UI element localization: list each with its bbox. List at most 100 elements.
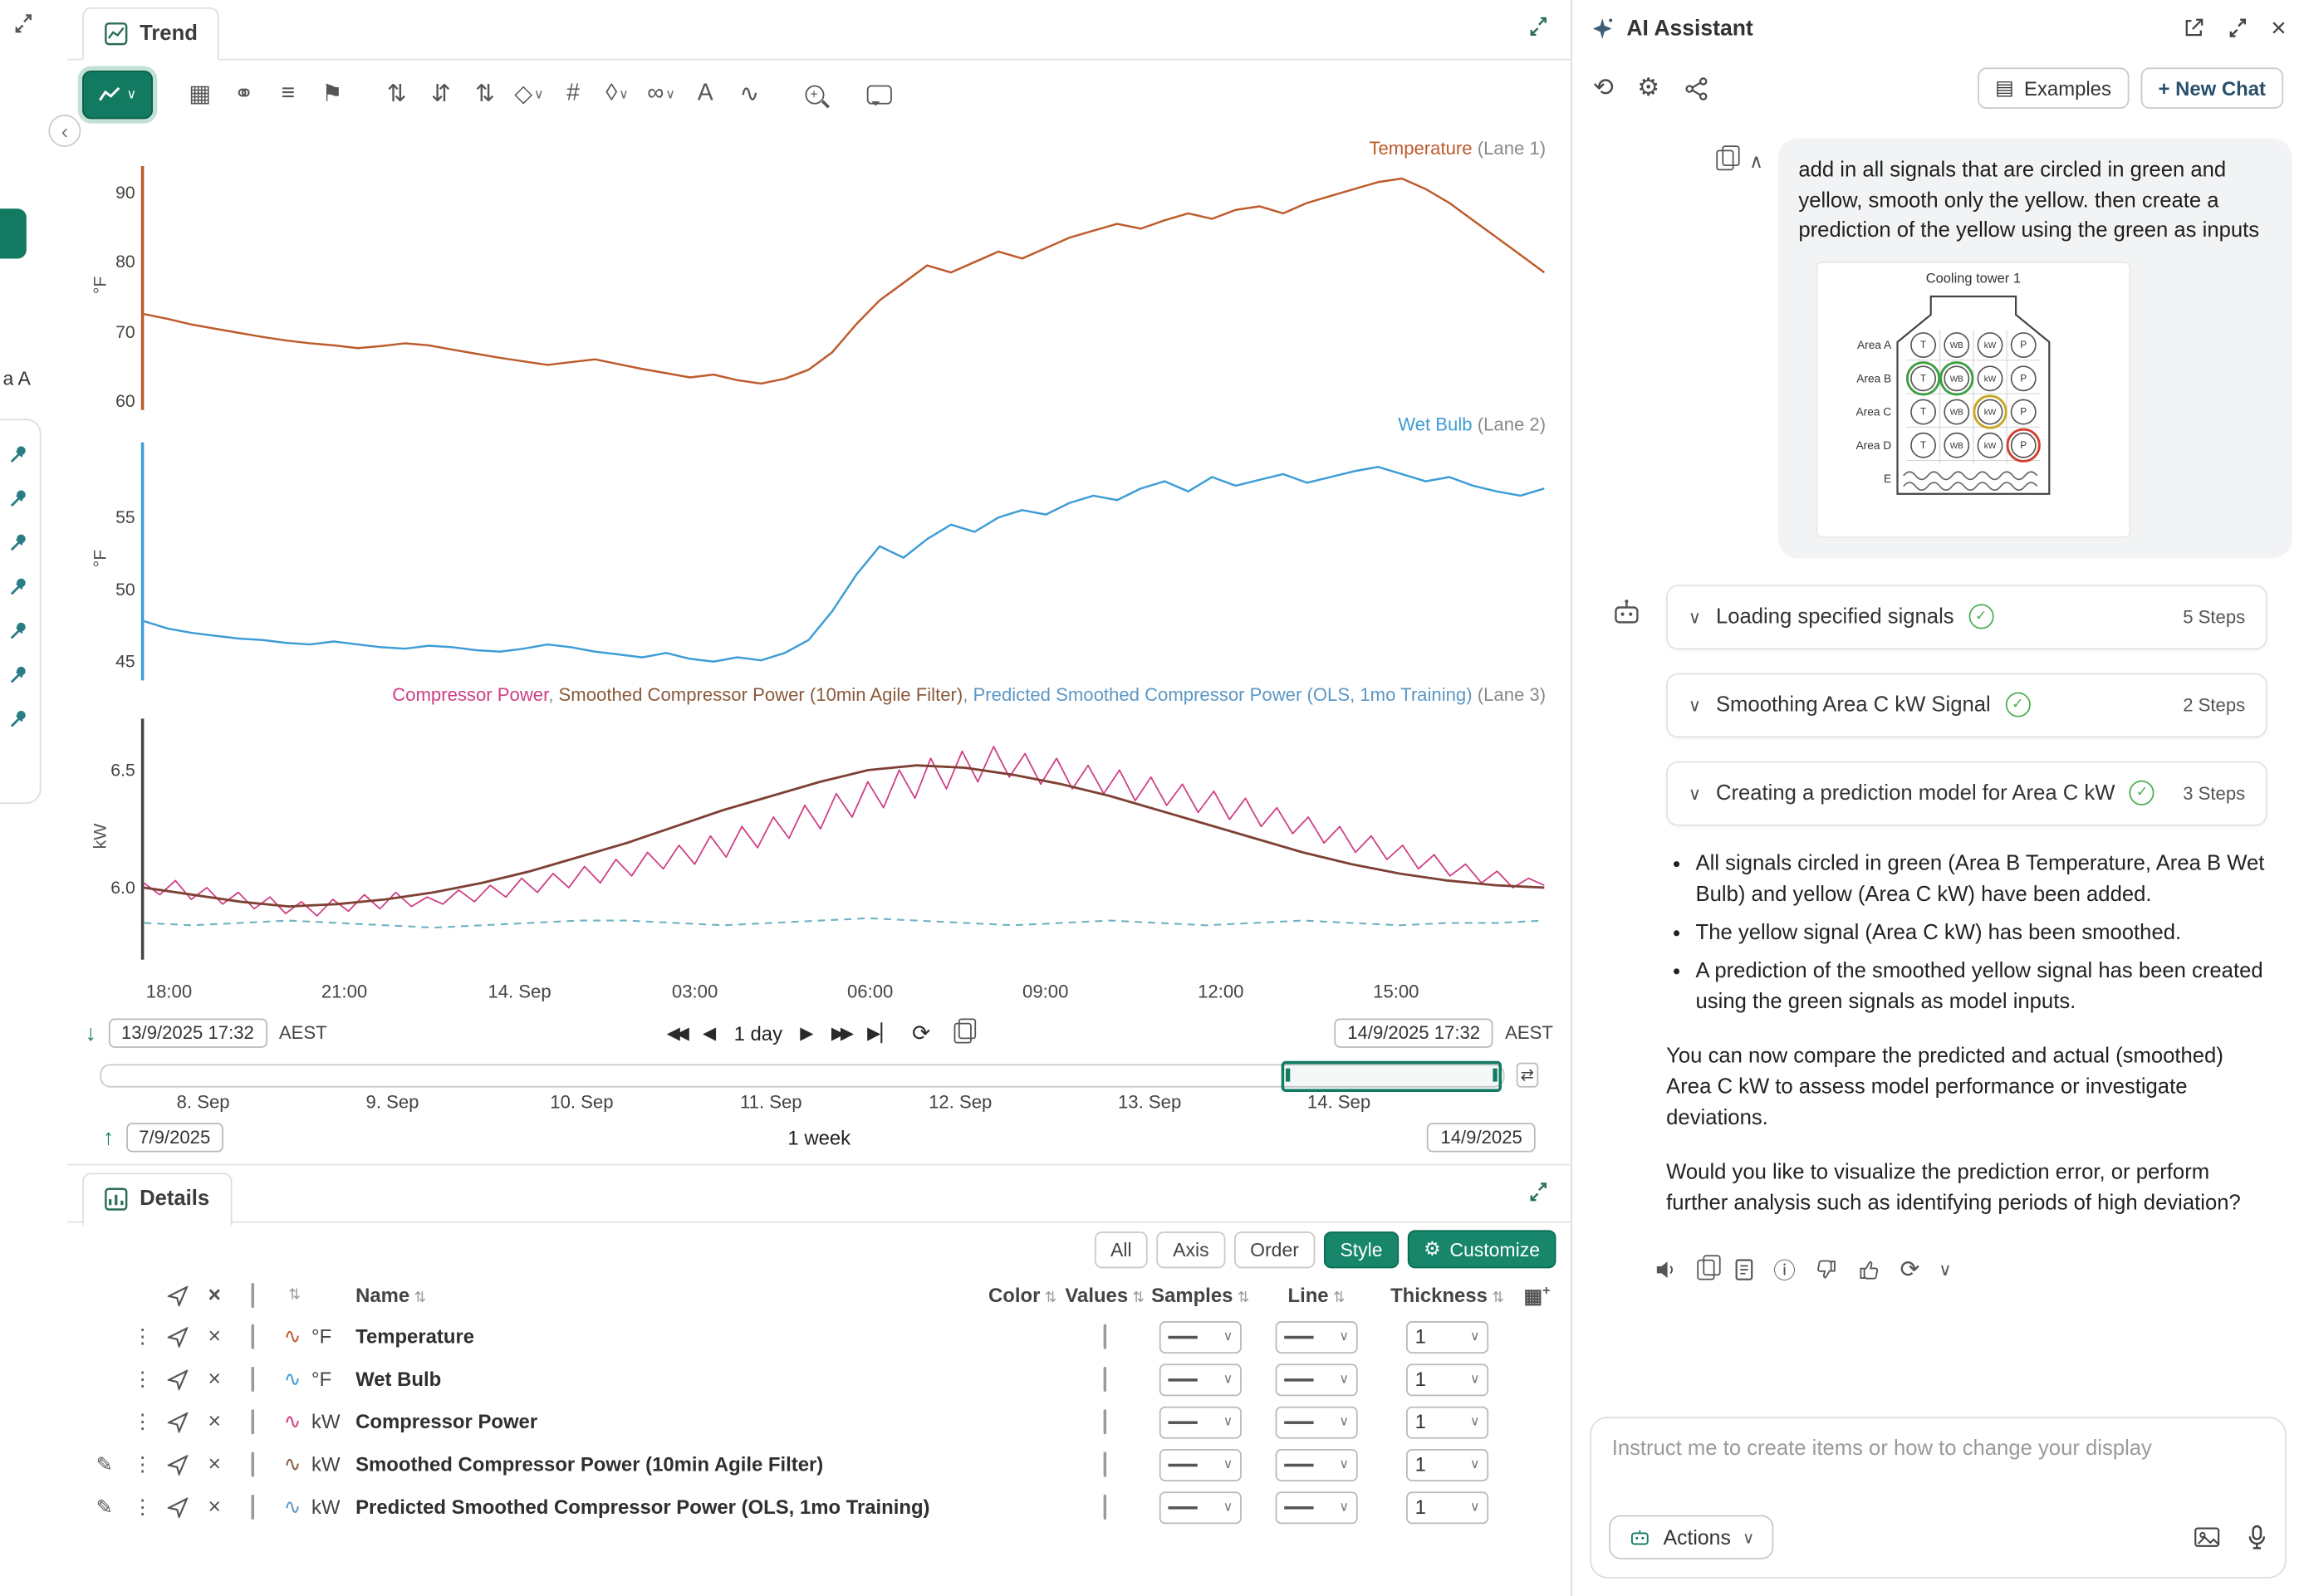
actions-button[interactable]: Actions ∨ (1609, 1515, 1773, 1559)
table-row[interactable]: ⋮ × ∿ °F Temperature ∨ ∨ 1∨ (67, 1315, 1571, 1358)
remove-row-icon[interactable]: × (208, 1452, 222, 1477)
pin-icon[interactable] (7, 708, 30, 731)
thumbs-down-icon[interactable] (1815, 1259, 1838, 1282)
expand-assistant-icon[interactable] (2227, 16, 2250, 39)
line-select[interactable]: ∨ (1276, 1406, 1358, 1438)
lane-1-plot[interactable] (144, 166, 1544, 410)
table-row[interactable]: ⋮ × ∿ °F Wet Bulb ∨ ∨ 1∨ (67, 1358, 1571, 1400)
investigate-duration[interactable]: 1 week (787, 1127, 851, 1149)
line-select[interactable]: ∨ (1276, 1491, 1358, 1523)
line-select[interactable]: ∨ (1276, 1320, 1358, 1353)
step-card[interactable]: ∨ Loading specified signals ✓ 5 Steps (1666, 585, 2267, 649)
row-menu-icon[interactable]: ⋮ (133, 1324, 153, 1348)
chart-type-button[interactable]: ∨ (82, 70, 153, 118)
investigate-end-input[interactable]: 14/9/2025 (1427, 1123, 1535, 1152)
samples-select[interactable]: ∨ (1159, 1363, 1242, 1395)
lane-3-plot[interactable] (144, 718, 1544, 959)
open-in-new-window-icon[interactable] (2183, 16, 2206, 39)
history-icon[interactable]: ⟲ (1593, 73, 1614, 102)
range-end-input[interactable]: 14/9/2025 17:32 (1334, 1018, 1493, 1047)
select-all-checkbox[interactable] (252, 1283, 255, 1308)
copy-message-icon[interactable] (1717, 150, 1734, 171)
derivative-icon[interactable]: ∿ (728, 72, 770, 116)
range-start-input[interactable]: 13/9/2025 17:32 (108, 1018, 267, 1047)
filter-all-button[interactable]: All (1095, 1231, 1148, 1267)
font-size-icon[interactable]: A (684, 72, 726, 116)
table-row[interactable]: ⋮ × ∿ kW Compressor Power ∨ ∨ 1∨ (67, 1401, 1571, 1443)
send-row-icon[interactable] (168, 1497, 189, 1518)
pin-icon[interactable] (7, 532, 30, 555)
edit-icon[interactable]: ✎ (96, 1452, 113, 1476)
filter-axis-button[interactable]: Axis (1157, 1231, 1225, 1267)
pin-icon[interactable] (7, 620, 30, 643)
info-icon[interactable]: ⓘ (1773, 1255, 1796, 1285)
thumbs-up-icon[interactable] (1857, 1259, 1880, 1282)
send-all-icon[interactable] (168, 1285, 189, 1306)
samples-select[interactable]: ∨ (1159, 1448, 1242, 1481)
lane-arrange-icon[interactable]: ⇅ (376, 72, 418, 116)
samples-list-icon[interactable]: ≡ (267, 72, 309, 116)
samples-select[interactable]: ∨ (1159, 1491, 1242, 1523)
close-assistant-icon[interactable]: × (2271, 12, 2287, 43)
lane-resize-icon[interactable]: ⇅ (464, 72, 506, 116)
row-name[interactable]: Temperature (355, 1325, 983, 1348)
zoom-icon[interactable]: + (793, 72, 835, 116)
fast-forward-button[interactable]: ▶▶ (831, 1023, 850, 1044)
values-checkbox[interactable] (1104, 1324, 1107, 1349)
expand-icon[interactable] (12, 12, 35, 35)
thickness-select[interactable]: 1∨ (1406, 1491, 1488, 1523)
row-menu-icon[interactable]: ⋮ (133, 1452, 153, 1476)
sort-icon[interactable]: ⇅ (1132, 1290, 1145, 1306)
share-icon[interactable] (1684, 76, 1708, 100)
remove-row-icon[interactable]: × (208, 1495, 222, 1520)
investigate-start-input[interactable]: 7/9/2025 (125, 1123, 223, 1152)
fit-range-icon[interactable]: ⇄ (1516, 1063, 1538, 1088)
line-select[interactable]: ∨ (1276, 1448, 1358, 1481)
expand-details-icon[interactable] (1527, 1180, 1550, 1203)
step-end-button[interactable]: ▶▏ (867, 1023, 895, 1044)
sort-type-icon[interactable]: ⇅ (288, 1287, 301, 1303)
compare-view-icon[interactable]: ∞∨ (640, 72, 682, 116)
line-select[interactable]: ∨ (1276, 1363, 1358, 1395)
charts-area[interactable]: Temperature (Lane 1) Wet Bulb (Lane 2) C… (67, 128, 1571, 1010)
chevron-down-icon[interactable]: ∨ (1689, 606, 1702, 627)
annotate-icon[interactable] (858, 72, 900, 116)
copy-response-icon[interactable] (1697, 1260, 1714, 1280)
pin-icon[interactable] (7, 443, 30, 466)
active-worksheet-button[interactable] (0, 208, 27, 258)
edit-icon[interactable]: ✎ (96, 1496, 113, 1519)
dimming-icon[interactable]: ◊∨ (596, 72, 638, 116)
thickness-select[interactable]: 1∨ (1406, 1448, 1488, 1481)
refresh-button[interactable]: ⟳ (912, 1020, 930, 1046)
tab-trend[interactable]: Trend (82, 7, 219, 61)
scrubber-selection[interactable] (1282, 1060, 1502, 1091)
sort-icon[interactable]: ⇅ (414, 1290, 426, 1306)
send-row-icon[interactable] (168, 1454, 189, 1475)
rewind-button[interactable]: ◀◀ (667, 1023, 685, 1044)
lane-2-plot[interactable] (144, 443, 1544, 681)
tab-details[interactable]: Details (82, 1173, 232, 1226)
remove-row-icon[interactable]: × (208, 1367, 222, 1392)
labels-icon[interactable]: ◇∨ (508, 72, 550, 116)
link-icon[interactable]: ⚭ (223, 72, 265, 116)
style-button[interactable]: Style (1324, 1231, 1399, 1267)
scrubber-track[interactable] (100, 1063, 1504, 1086)
samples-select[interactable]: ∨ (1159, 1406, 1242, 1438)
chat-input[interactable] (1609, 1436, 2273, 1462)
row-name[interactable]: Wet Bulb (355, 1368, 983, 1391)
step-back-button[interactable]: ◀ (703, 1023, 716, 1044)
more-icon[interactable]: ∨ (1939, 1260, 1952, 1280)
settings-gear-icon[interactable]: ⚙ (1637, 73, 1659, 102)
values-checkbox[interactable] (1104, 1409, 1107, 1434)
values-checkbox[interactable] (1104, 1452, 1107, 1477)
chevron-down-icon[interactable]: ∨ (1689, 695, 1702, 716)
sort-icon[interactable]: ⇅ (1492, 1290, 1504, 1306)
flag-icon[interactable]: ⚑ (311, 72, 353, 116)
row-checkbox[interactable] (252, 1367, 255, 1392)
table-row[interactable]: ✎ ⋮ × ∿ kW Smoothed Compressor Power (10… (67, 1443, 1571, 1486)
remove-all-icon[interactable]: × (208, 1283, 222, 1308)
microphone-icon[interactable] (2247, 1524, 2267, 1550)
pin-icon[interactable] (7, 664, 30, 687)
row-checkbox[interactable] (252, 1409, 255, 1434)
chat-area[interactable]: ∧ add in all signals that are circled in… (1572, 120, 2304, 1405)
